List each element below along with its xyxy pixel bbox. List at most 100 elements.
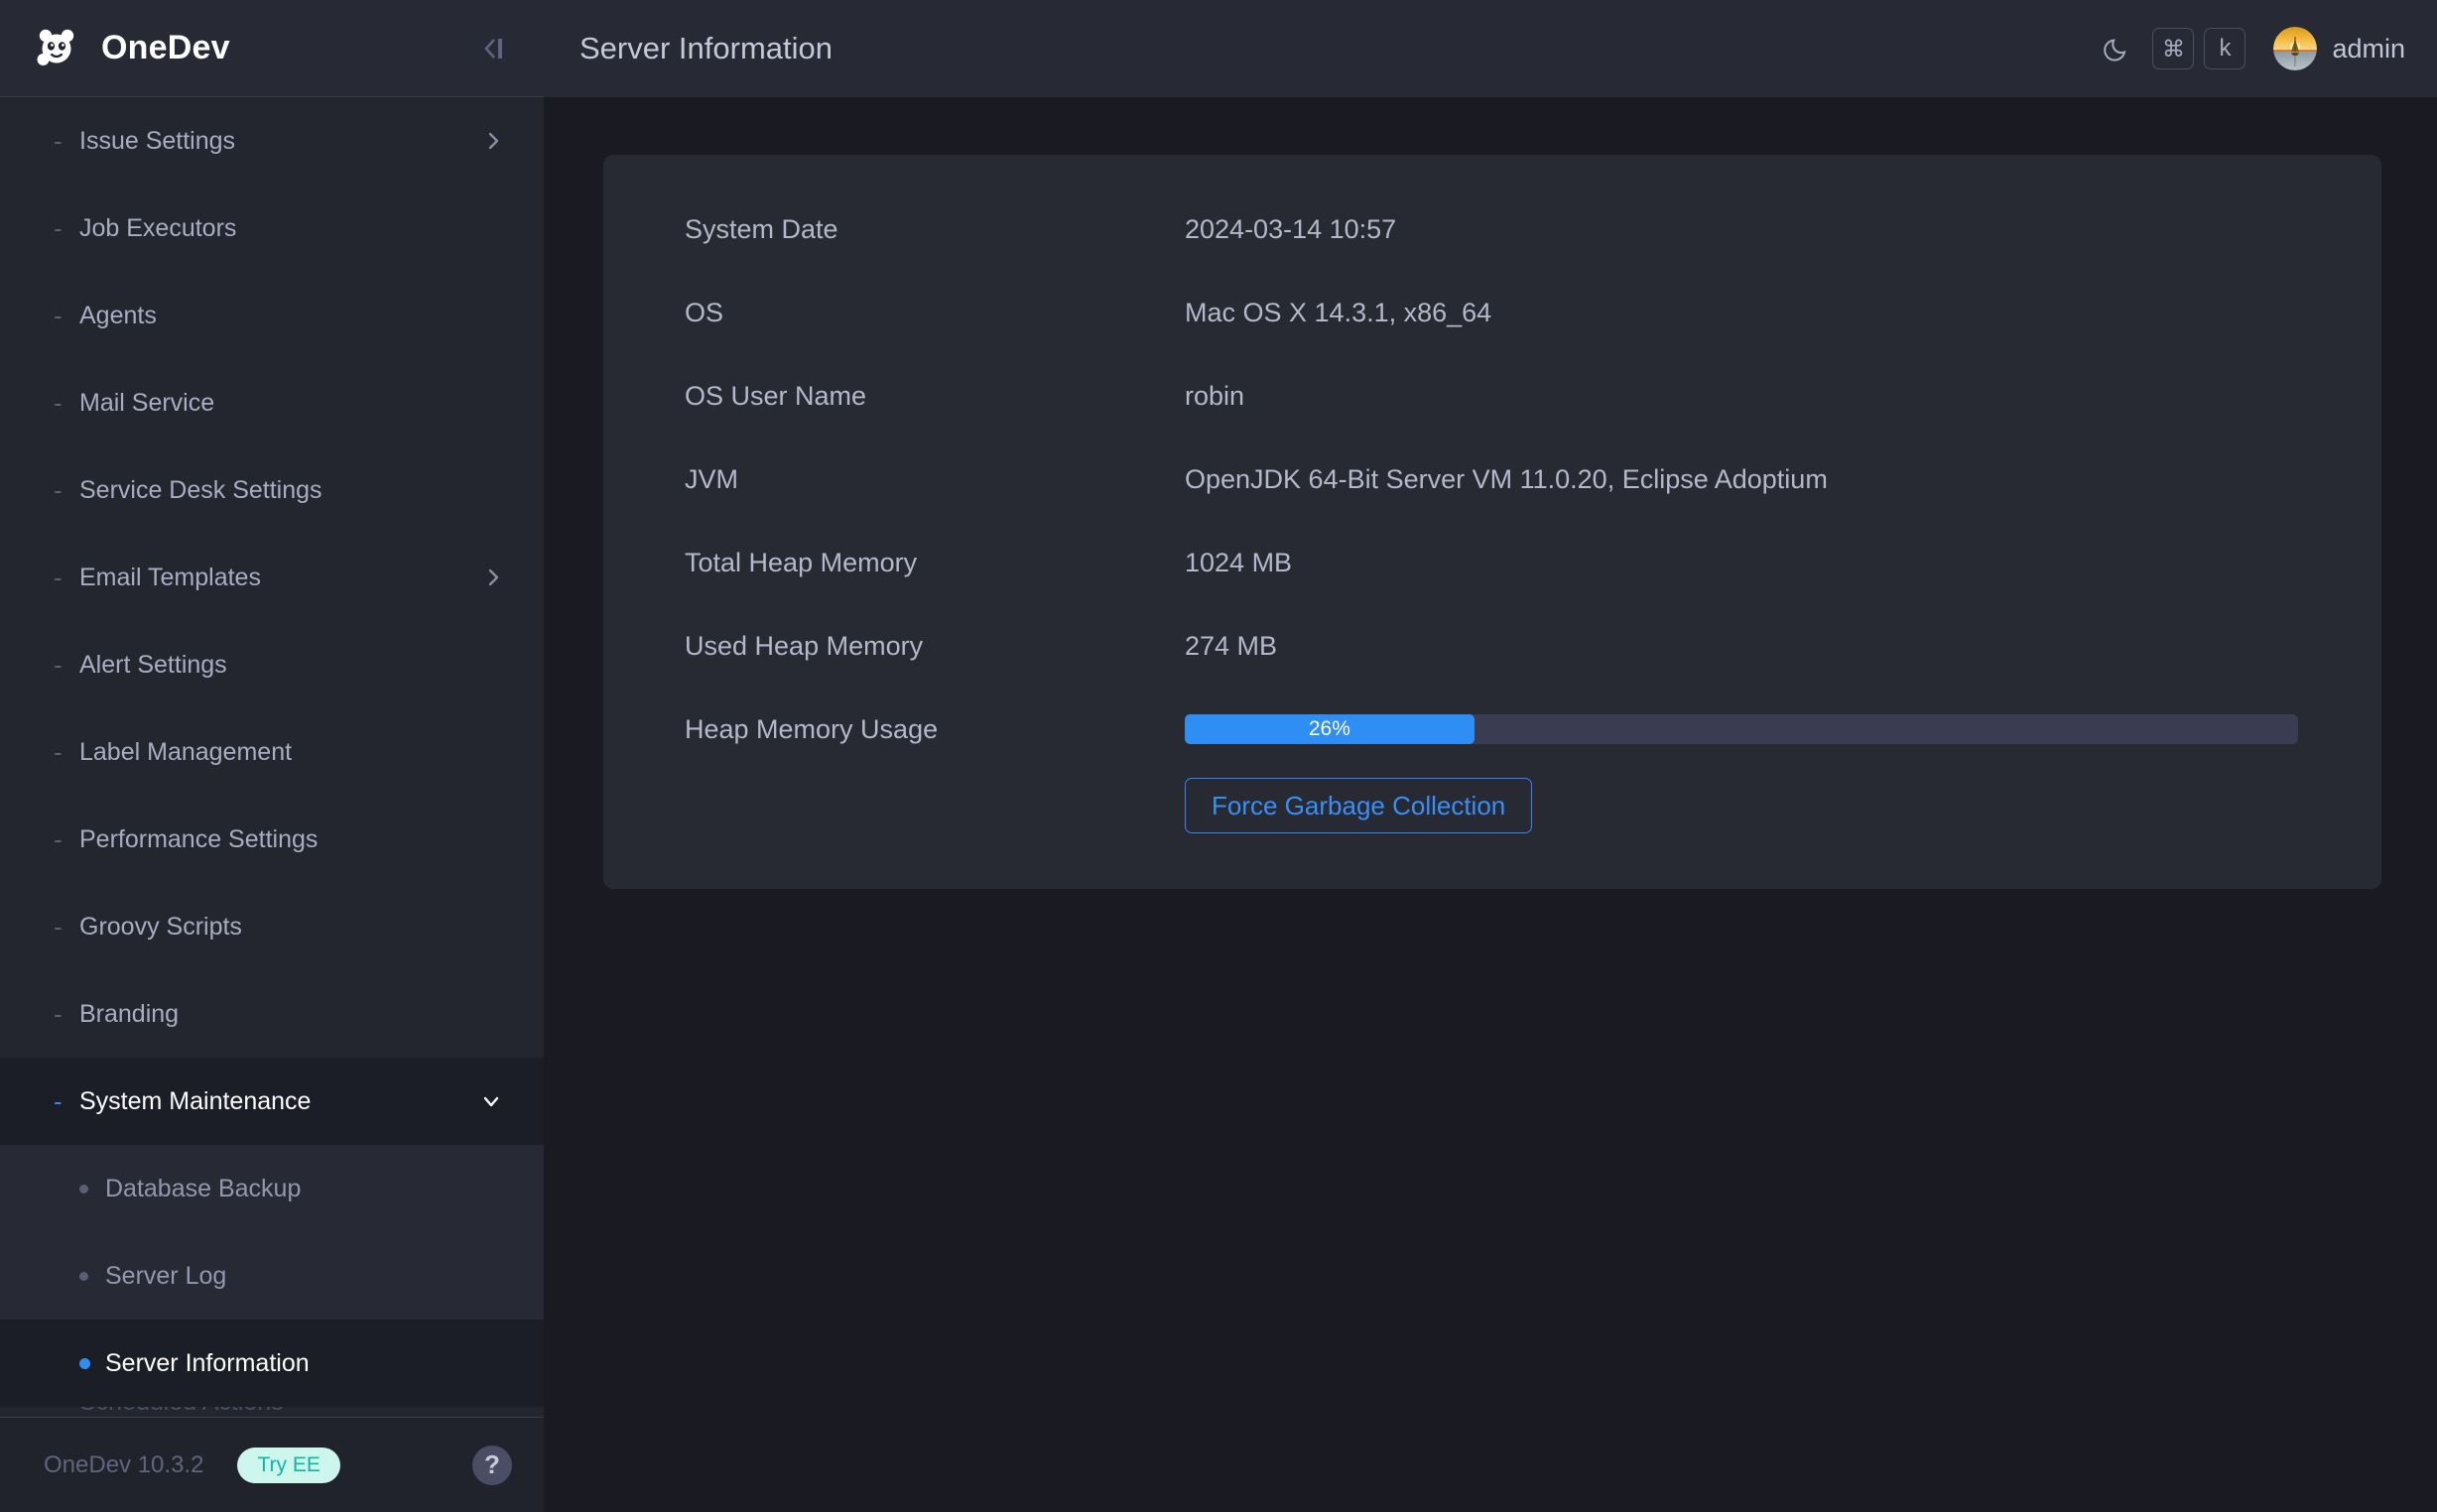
chevron-down-icon: [478, 1088, 504, 1114]
info-label: Total Heap Memory: [685, 548, 1185, 578]
chevron-right-icon: [482, 567, 504, 588]
chevron-right-icon: [482, 130, 504, 152]
dash-marker-icon: -: [54, 565, 79, 590]
sidebar-item-label: Issue Settings: [79, 127, 235, 156]
app-version: OneDev 10.3.2: [44, 1451, 203, 1479]
heap-usage-progress-fill: 26%: [1185, 714, 1475, 744]
dash-marker-icon: -: [54, 215, 79, 241]
info-value: 274 MB: [1185, 631, 1277, 662]
sidebar-nav-scroll[interactable]: - Issue Settings - Job Executors - Agent…: [0, 97, 544, 1417]
sidebar-item-label: Performance Settings: [79, 825, 318, 854]
info-label: OS: [685, 298, 1185, 328]
sidebar-item-agents[interactable]: - Agents: [0, 272, 544, 359]
sidebar-item-system-maintenance[interactable]: - System Maintenance: [0, 1058, 544, 1145]
sidebar-item-performance-settings[interactable]: - Performance Settings: [0, 796, 544, 883]
heap-usage-column: 26% Force Garbage Collection: [1185, 714, 2334, 833]
page-title: Server Information: [579, 31, 833, 66]
bullet-dot-icon: [79, 1272, 105, 1281]
sidebar-item-email-templates[interactable]: - Email Templates: [0, 534, 544, 621]
info-value: OpenJDK 64-Bit Server VM 11.0.20, Eclips…: [1185, 464, 1828, 495]
brand-header: OneDev: [0, 0, 544, 97]
dash-marker-icon: -: [54, 652, 79, 678]
brand-name: OneDev: [101, 29, 230, 67]
sidebar-item-database-backup[interactable]: Database Backup: [0, 1145, 544, 1232]
info-label: Used Heap Memory: [685, 631, 1185, 662]
info-row-total-heap-memory: Total Heap Memory 1024 MB: [685, 548, 2334, 631]
info-label: OS User Name: [685, 381, 1185, 412]
user-name[interactable]: admin: [2332, 34, 2405, 64]
sidebar-item-groovy-scripts[interactable]: - Groovy Scripts: [0, 883, 544, 970]
dash-marker-icon: -: [54, 739, 79, 765]
sidebar-item-label: Branding: [79, 1000, 179, 1029]
content-area: System Date 2024-03-14 10:57 OS Mac OS X…: [544, 97, 2437, 1512]
sidebar-item-server-information[interactable]: Server Information: [0, 1320, 544, 1407]
info-row-system-date: System Date 2024-03-14 10:57: [685, 214, 2334, 298]
sidebar-item-branding[interactable]: - Branding: [0, 970, 544, 1058]
info-value: 2024-03-14 10:57: [1185, 214, 1396, 245]
heap-usage-percent-label: 26%: [1309, 717, 1350, 741]
sidebar-item-label: Groovy Scripts: [79, 913, 242, 942]
sidebar-item-mail-service[interactable]: - Mail Service: [0, 359, 544, 446]
panda-logo-icon: [30, 22, 83, 75]
sidebar: OneDev - Issue Settings -: [0, 0, 544, 1512]
info-value: robin: [1185, 381, 1244, 412]
main-area: Server Information ⌘ k: [544, 0, 2437, 1512]
sidebar-item-partial-cutoff[interactable]: Scheduled Actions: [0, 1407, 544, 1417]
dash-marker-icon: -: [54, 477, 79, 503]
dash-marker-icon: -: [54, 1001, 79, 1027]
sidebar-subitem-label: Database Backup: [105, 1175, 301, 1203]
sidebar-item-label: Service Desk Settings: [79, 476, 322, 505]
avatar[interactable]: [2273, 27, 2317, 70]
sidebar-item-label: System Maintenance: [79, 1087, 311, 1116]
sidebar-subitem-label: Scheduled Actions: [79, 1407, 284, 1417]
info-row-jvm: JVM OpenJDK 64-Bit Server VM 11.0.20, Ec…: [685, 464, 2334, 548]
help-icon[interactable]: ?: [472, 1446, 512, 1485]
sidebar-item-label: Label Management: [79, 738, 292, 767]
sidebar-nav-list: - Issue Settings - Job Executors - Agent…: [0, 97, 544, 1417]
sidebar-subitem-label: Server Information: [105, 1349, 310, 1378]
sidebar-item-issue-settings[interactable]: - Issue Settings: [0, 97, 544, 185]
dash-marker-icon: -: [54, 826, 79, 852]
try-ee-badge[interactable]: Try EE: [237, 1448, 339, 1483]
info-row-used-heap-memory: Used Heap Memory 274 MB: [685, 631, 2334, 714]
sidebar-item-alert-settings[interactable]: - Alert Settings: [0, 621, 544, 708]
dash-marker-icon: -: [54, 1088, 79, 1114]
sidebar-item-service-desk-settings[interactable]: - Service Desk Settings: [0, 446, 544, 534]
force-garbage-collection-button[interactable]: Force Garbage Collection: [1185, 778, 1532, 833]
bullet-dot-icon: [79, 1185, 105, 1194]
info-value: 1024 MB: [1185, 548, 1292, 578]
dash-marker-icon: -: [54, 303, 79, 328]
sidebar-item-label-management[interactable]: - Label Management: [0, 708, 544, 796]
info-label: System Date: [685, 214, 1185, 245]
info-row-os-user-name: OS User Name robin: [685, 381, 2334, 464]
sidebar-item-server-log[interactable]: Server Log: [0, 1232, 544, 1320]
info-row-heap-memory-usage: Heap Memory Usage 26% Force Garbage Coll…: [685, 714, 2334, 833]
top-bar: Server Information ⌘ k: [544, 0, 2437, 97]
dash-marker-icon: -: [54, 128, 79, 154]
sidebar-item-label: Job Executors: [79, 214, 236, 243]
info-label: Heap Memory Usage: [685, 714, 1185, 745]
moon-icon[interactable]: [2091, 23, 2142, 74]
collapse-sidebar-icon[interactable]: [470, 25, 518, 72]
sidebar-item-label: Agents: [79, 302, 157, 330]
sidebar-item-job-executors[interactable]: - Job Executors: [0, 185, 544, 272]
topbar-actions: ⌘ k: [2091, 23, 2405, 74]
info-row-os: OS Mac OS X 14.3.1, x86_64: [685, 298, 2334, 381]
sidebar-submenu-system-maintenance: Database Backup Server Log Server Inform…: [0, 1145, 544, 1407]
sidebar-subitem-label: Server Log: [105, 1262, 226, 1291]
server-info-rows: System Date 2024-03-14 10:57 OS Mac OS X…: [685, 214, 2334, 833]
sidebar-item-label: Email Templates: [79, 564, 261, 592]
dash-marker-icon: -: [54, 914, 79, 940]
heap-usage-progress-bar: 26%: [1185, 714, 2298, 744]
info-label: JVM: [685, 464, 1185, 495]
shortcut-k-key[interactable]: k: [2204, 28, 2245, 69]
shortcut-cmd-key[interactable]: ⌘: [2152, 28, 2194, 69]
sidebar-item-label: Alert Settings: [79, 651, 227, 680]
server-info-card: System Date 2024-03-14 10:57 OS Mac OS X…: [603, 155, 2381, 889]
sidebar-footer: OneDev 10.3.2 Try EE ?: [0, 1417, 544, 1512]
bullet-dot-icon: [79, 1358, 105, 1369]
app-root: OneDev - Issue Settings -: [0, 0, 2437, 1512]
dash-marker-icon: -: [54, 390, 79, 416]
info-value: Mac OS X 14.3.1, x86_64: [1185, 298, 1491, 328]
sidebar-item-label: Mail Service: [79, 389, 214, 418]
